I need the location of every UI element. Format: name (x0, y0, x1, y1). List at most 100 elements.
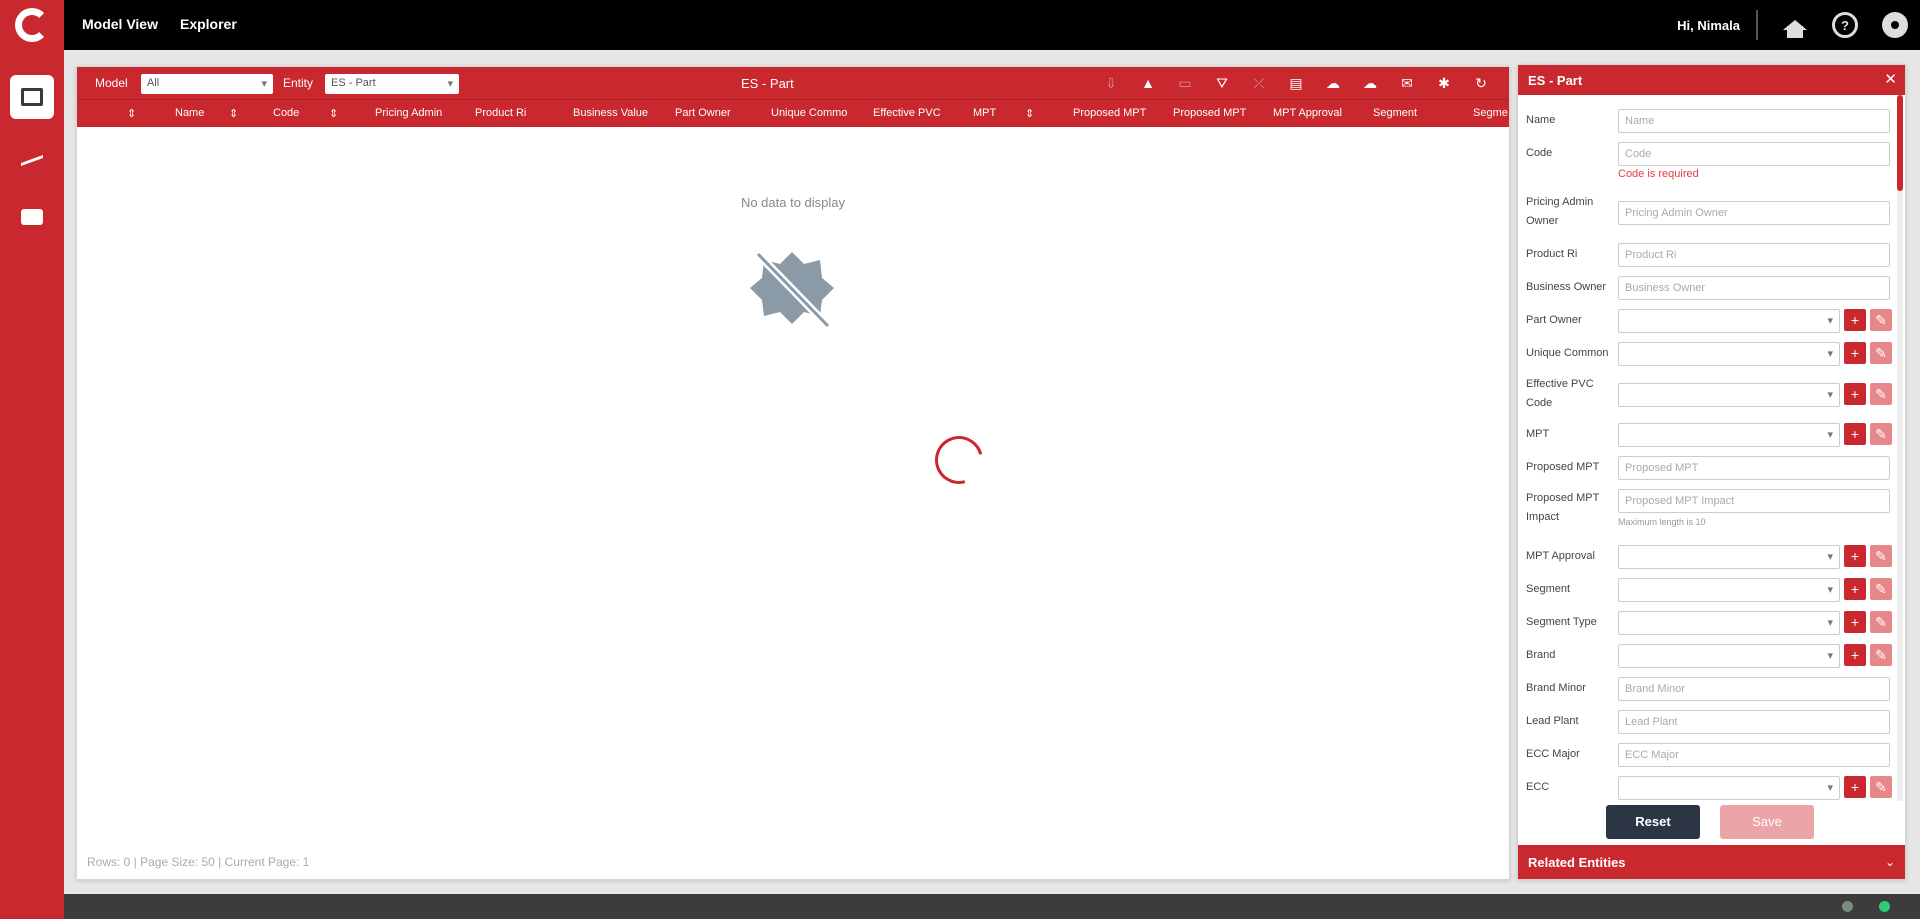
add-button[interactable]: + (1844, 309, 1866, 331)
top-right: Hi, Nimala ? (1677, 0, 1920, 50)
user-icon[interactable] (1882, 12, 1908, 38)
effective-pvc-select[interactable] (1618, 383, 1840, 407)
sort-icon[interactable]: ⇕ (229, 107, 238, 120)
add-button[interactable]: + (1844, 342, 1866, 364)
add-button[interactable]: + (1844, 545, 1866, 567)
sidebar-item-analytics[interactable] (10, 135, 54, 179)
reset-button[interactable]: Reset (1606, 805, 1700, 839)
code-error: Code is required (1618, 168, 1699, 180)
col-header-name[interactable]: Name (175, 107, 204, 119)
segment-type-select[interactable] (1618, 611, 1840, 635)
nav-model-view[interactable]: Model View (82, 16, 158, 32)
home-icon[interactable] (1782, 12, 1808, 38)
grid-toolbar: Model All Entity ES - Part ES - Part ⇩ ▲… (77, 67, 1509, 99)
upload-icon[interactable]: ▲ (1138, 73, 1158, 93)
unique-common-select[interactable] (1618, 342, 1840, 366)
status-indicator (1842, 901, 1853, 912)
field-label: MPT (1526, 428, 1550, 440)
form-actions: Reset Save (1518, 801, 1905, 845)
col-header-mpt[interactable]: MPT (973, 107, 996, 119)
product-ri-input[interactable]: Product Ri (1618, 243, 1890, 267)
add-button[interactable]: + (1844, 644, 1866, 666)
edit-button[interactable]: ✎ (1870, 545, 1892, 567)
field-label: Proposed MPT (1526, 461, 1600, 473)
sidebar-item-briefcase[interactable] (10, 195, 54, 239)
col-header-business-value[interactable]: Business Value (573, 107, 648, 119)
part-owner-select[interactable] (1618, 309, 1840, 333)
clear-filter-icon[interactable]: ⤫ (1249, 73, 1269, 93)
proposed-mpt-impact-input[interactable]: Proposed MPT Impact (1618, 489, 1890, 513)
related-entities-header[interactable]: Related Entities ⌄ (1518, 845, 1905, 879)
edit-button[interactable]: ✎ (1870, 309, 1892, 331)
columns-icon[interactable]: ▤ (1286, 73, 1306, 93)
mpt-approval-select[interactable] (1618, 545, 1840, 569)
pagination-status: Rows: 0 | Page Size: 50 | Current Page: … (87, 855, 310, 869)
field-label: Effective PVC Code (1526, 378, 1594, 409)
model-select[interactable]: All (141, 74, 273, 94)
col-header-pricing-admin[interactable]: Pricing Admin (375, 107, 442, 119)
sort-icon[interactable]: ⇕ (1025, 107, 1034, 120)
field-label: Lead Plant (1526, 715, 1579, 727)
field-label: Segment Type (1526, 616, 1597, 628)
business-owner-input[interactable]: Business Owner (1618, 276, 1890, 300)
code-input[interactable]: Code (1618, 142, 1890, 166)
cloud-upload-icon[interactable]: ☁ (1360, 73, 1380, 93)
field-label: Segment (1526, 583, 1571, 595)
col-header-segment-type[interactable]: Segme (1473, 107, 1508, 119)
add-button[interactable]: + (1844, 578, 1866, 600)
edit-button[interactable]: ✎ (1870, 611, 1892, 633)
logo[interactable] (0, 0, 64, 50)
chevron-down-icon[interactable]: ⌄ (1885, 855, 1895, 869)
settings-icon[interactable]: ✱ (1434, 73, 1454, 93)
col-header-proposed-mpt[interactable]: Proposed MPT (1073, 107, 1146, 119)
edit-button[interactable]: ✎ (1870, 578, 1892, 600)
cloud-download-icon[interactable]: ☁ (1323, 73, 1343, 93)
related-entities-title: Related Entities (1528, 855, 1626, 870)
edit-button[interactable]: ✎ (1870, 776, 1892, 798)
edit-button[interactable]: ✎ (1870, 644, 1892, 666)
close-icon[interactable]: ✕ (1884, 70, 1897, 88)
edit-button[interactable]: ✎ (1870, 342, 1892, 364)
col-header-code[interactable]: Code (273, 107, 299, 119)
pricing-admin-input[interactable]: Pricing Admin Owner (1618, 201, 1890, 225)
entity-select[interactable]: ES - Part (325, 74, 459, 94)
entity-form: Name Name Code Code Code is required Pri… (1518, 95, 1905, 801)
form-scrollbar[interactable] (1897, 95, 1903, 801)
filter-icon[interactable]: ⛛ (1212, 73, 1232, 93)
col-header-effective-pvc[interactable]: Effective PVC (873, 107, 941, 119)
proposed-mpt-input[interactable]: Proposed MPT (1618, 456, 1890, 480)
lead-plant-input[interactable]: Lead Plant (1618, 710, 1890, 734)
ecc-major-input[interactable]: ECC Major (1618, 743, 1890, 767)
refresh-icon[interactable]: ↻ (1471, 73, 1491, 93)
ecc-select[interactable] (1618, 776, 1840, 800)
download-icon[interactable]: ⇩ (1101, 73, 1121, 93)
col-header-product-ri[interactable]: Product Ri (475, 107, 526, 119)
name-input[interactable]: Name (1618, 109, 1890, 133)
add-button[interactable]: + (1844, 611, 1866, 633)
mpt-select[interactable] (1618, 423, 1840, 447)
scroll-thumb[interactable] (1897, 95, 1903, 191)
delete-icon[interactable]: ▭ (1175, 73, 1195, 93)
add-button[interactable]: + (1844, 383, 1866, 405)
col-header-part-owner[interactable]: Part Owner (675, 107, 731, 119)
col-header-unique-common[interactable]: Unique Commo (771, 107, 847, 119)
logo-mark (15, 8, 49, 42)
detail-form-panel: ES - Part ✕ Name Name Code Code Code is … (1517, 64, 1906, 880)
brand-minor-input[interactable]: Brand Minor (1618, 677, 1890, 701)
col-header-proposed-mpt-impact[interactable]: Proposed MPT (1173, 107, 1246, 119)
add-button[interactable]: + (1844, 423, 1866, 445)
sort-icon[interactable]: ⇕ (329, 107, 338, 120)
mail-icon[interactable]: ✉ (1397, 73, 1417, 93)
col-header-segment[interactable]: Segment (1373, 107, 1417, 119)
edit-button[interactable]: ✎ (1870, 383, 1892, 405)
sort-icon[interactable]: ⇕ (127, 107, 136, 120)
sidebar-item-grid[interactable] (10, 75, 54, 119)
add-button[interactable]: + (1844, 776, 1866, 798)
help-icon[interactable]: ? (1832, 12, 1858, 38)
segment-select[interactable] (1618, 578, 1840, 602)
save-button[interactable]: Save (1720, 805, 1814, 839)
col-header-mpt-approval[interactable]: MPT Approval (1273, 107, 1342, 119)
nav-explorer[interactable]: Explorer (180, 16, 237, 32)
edit-button[interactable]: ✎ (1870, 423, 1892, 445)
brand-select[interactable] (1618, 644, 1840, 668)
